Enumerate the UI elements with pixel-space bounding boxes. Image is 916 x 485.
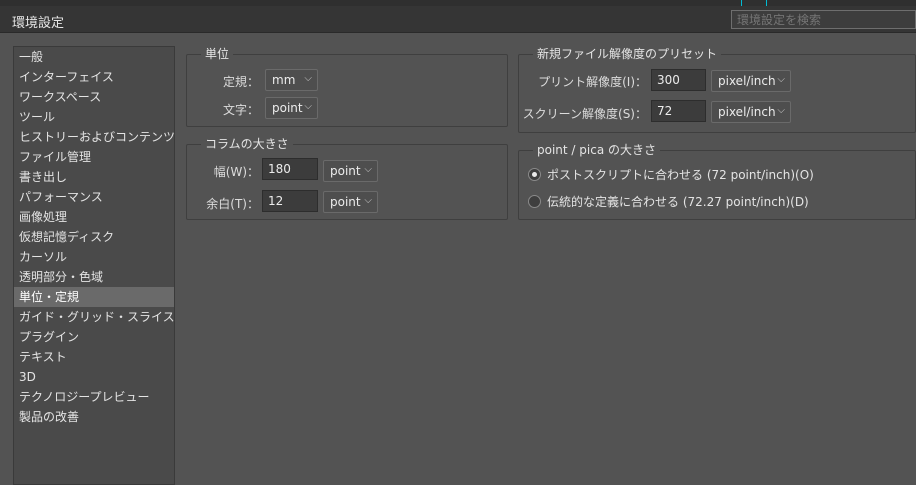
chevron-down-icon: ⌵ bbox=[364, 195, 372, 206]
ruler-unit-select[interactable]: mm ⌵ bbox=[265, 69, 318, 91]
type-unit-select[interactable]: point ⌵ bbox=[265, 97, 318, 119]
resolution-group-title: 新規ファイル解像度のプリセット bbox=[533, 47, 722, 62]
sidebar-item[interactable]: インターフェイス bbox=[14, 67, 174, 87]
sidebar-item[interactable]: 書き出し bbox=[14, 167, 174, 187]
print-resolution-unit-select[interactable]: pixel/inch ⌵ bbox=[711, 70, 791, 92]
search-input[interactable] bbox=[731, 10, 916, 29]
column-width-label: 幅(W)： bbox=[213, 165, 259, 179]
radio-unchecked-icon[interactable] bbox=[528, 194, 541, 208]
chevron-down-icon: ⌵ bbox=[364, 164, 372, 175]
sidebar-item[interactable]: ファイル管理 bbox=[14, 147, 174, 167]
sidebar-item[interactable]: ツール bbox=[14, 107, 174, 127]
gutter-unit-value: point bbox=[330, 195, 361, 209]
radio-checked-icon[interactable] bbox=[528, 167, 541, 181]
chevron-down-icon: ⌵ bbox=[777, 105, 785, 116]
sidebar-item[interactable]: ワークスペース bbox=[14, 87, 174, 107]
sidebar-item[interactable]: 単位・定規 bbox=[14, 287, 174, 307]
gutter-unit-select[interactable]: point ⌵ bbox=[323, 191, 378, 213]
sidebar-item[interactable]: 仮想記憶ディスク bbox=[14, 227, 174, 247]
print-resolution-input[interactable]: 300 bbox=[651, 69, 706, 91]
print-resolution-label: プリント解像度(I)： bbox=[538, 75, 647, 89]
screen-resolution-label: スクリーン解像度(S)： bbox=[522, 107, 647, 121]
sidebar-item[interactable]: テクノロジープレビュー bbox=[14, 387, 174, 407]
pica-group-title: point / pica の大きさ bbox=[533, 143, 660, 158]
gutter-input[interactable]: 12 bbox=[262, 190, 318, 212]
units-group-title: 単位 bbox=[201, 47, 234, 62]
column-group-title: コラムの大きさ bbox=[201, 137, 293, 152]
sidebar-item[interactable]: 画像処理 bbox=[14, 207, 174, 227]
screen-resolution-unit-value: pixel/inch bbox=[718, 105, 776, 119]
traditional-option-label: 伝統的な定義に合わせる (72.27 point/inch)(D) bbox=[547, 194, 809, 209]
column-width-input[interactable]: 180 bbox=[262, 158, 318, 180]
gutter-label: 余白(T)： bbox=[206, 197, 259, 211]
sidebar-item[interactable]: 3D bbox=[14, 367, 174, 387]
screen-resolution-unit-select[interactable]: pixel/inch ⌵ bbox=[711, 101, 791, 123]
traditional-option[interactable]: 伝統的な定義に合わせる (72.27 point/inch)(D) bbox=[528, 192, 809, 210]
sidebar-item[interactable]: ヒストリーおよびコンテンツ認証... bbox=[14, 127, 174, 147]
chevron-down-icon: ⌵ bbox=[304, 73, 312, 84]
window-title: 環境設定 bbox=[12, 16, 65, 31]
type-unit-value: point bbox=[272, 101, 303, 115]
ruler-unit-value: mm bbox=[272, 73, 296, 87]
sidebar-item[interactable]: テキスト bbox=[14, 347, 174, 367]
chevron-down-icon: ⌵ bbox=[304, 101, 312, 112]
chevron-down-icon: ⌵ bbox=[777, 74, 785, 85]
sidebar-item[interactable]: ガイド・グリッド・スライス bbox=[14, 307, 174, 327]
column-width-unit-value: point bbox=[330, 164, 361, 178]
ruler-label: 定規： bbox=[222, 75, 259, 89]
postscript-option-label: ポストスクリプトに合わせる (72 point/inch)(O) bbox=[547, 167, 814, 182]
column-width-unit-select[interactable]: point ⌵ bbox=[323, 160, 378, 182]
print-resolution-unit-value: pixel/inch bbox=[718, 74, 776, 88]
sidebar-item[interactable]: プラグイン bbox=[14, 327, 174, 347]
sidebar-item[interactable]: パフォーマンス bbox=[14, 187, 174, 207]
sidebar-item[interactable]: 透明部分・色域 bbox=[14, 267, 174, 287]
sidebar-item[interactable]: 製品の改善 bbox=[14, 407, 174, 427]
sidebar-item[interactable]: 一般 bbox=[14, 47, 174, 67]
sidebar-item[interactable]: カーソル bbox=[14, 247, 174, 267]
screen-resolution-input[interactable]: 72 bbox=[651, 100, 706, 122]
postscript-option[interactable]: ポストスクリプトに合わせる (72 point/inch)(O) bbox=[528, 165, 814, 183]
title-bar: 環境設定 bbox=[0, 6, 916, 33]
type-label: 文字： bbox=[222, 103, 259, 117]
sidebar: 一般インターフェイスワークスペースツールヒストリーおよびコンテンツ認証...ファ… bbox=[13, 46, 175, 485]
